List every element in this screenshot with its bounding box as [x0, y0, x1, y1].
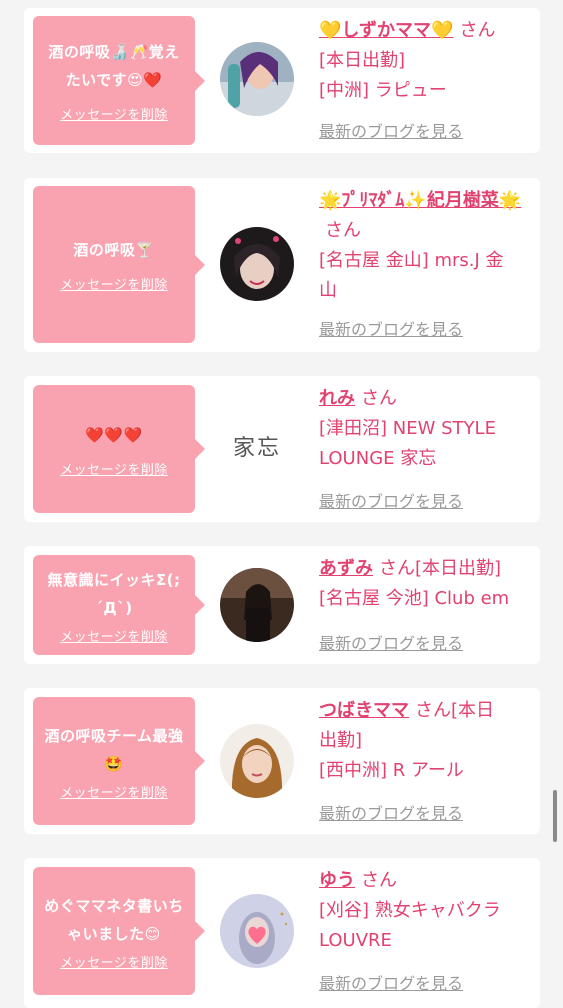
cast-info: 🌟ﾌﾟﾘﾏﾀﾞﾑ✨紀月樹菜🌟 さん [名古屋 金山] mrs.J 金 山 — [319, 186, 529, 306]
shop-line: [名古屋 金山] mrs.J 金 — [319, 250, 504, 271]
message-bubble: 酒の呼吸🍸 メッセージを削除 — [33, 186, 205, 343]
blog-link[interactable]: 最新のブログを見る — [319, 800, 463, 824]
shop-line: 出勤] — [319, 730, 363, 751]
message-bubble: めぐママネタ書いちゃいました😊 メッセージを削除 — [33, 867, 205, 995]
message-text: 無意識にイッキΣ(;´Д`) — [47, 570, 181, 617]
avatar[interactable] — [220, 227, 294, 301]
cast-info: れみ さん [津田沼] NEW STYLE LOUNGE 家忘 — [319, 384, 529, 474]
message-text: 酒の呼吸🍶🥂覚えたいです😍❤️ — [48, 43, 180, 89]
message-text: めぐママネタ書いちゃいました😊 — [44, 896, 184, 943]
message-card: 酒の呼吸チーム最強🤩 メッセージを削除 つばきママ さん[本日 出勤] [西中洲]… — [24, 688, 540, 834]
message-bubble: 酒の呼吸🍶🥂覚えたいです😍❤️ メッセージを削除 — [33, 16, 205, 145]
message-text: ❤️❤️❤️ — [85, 425, 143, 444]
message-card: ❤️❤️❤️ メッセージを削除 家忘 れみ さん [津田沼] NEW STYLE … — [24, 376, 540, 522]
san-label: さん[本日 — [415, 700, 495, 721]
cast-name-link[interactable]: あずみ — [319, 558, 373, 579]
cast-name-link[interactable]: 🌟ﾌﾟﾘﾏﾀﾞﾑ✨紀月樹菜🌟 — [319, 190, 521, 211]
shop-line: 山 — [319, 280, 337, 301]
avatar[interactable] — [220, 568, 294, 642]
cast-name-link[interactable]: 💛しずかママ💛 — [319, 20, 453, 41]
cast-name-link[interactable]: れみ — [319, 388, 355, 409]
avatar[interactable] — [220, 42, 294, 116]
message-bubble: 酒の呼吸チーム最強🤩 メッセージを削除 — [33, 697, 205, 825]
shop-line: [刈谷] 熟女キャバクラ — [319, 900, 501, 921]
shop-line: [西中洲] R アール — [319, 760, 464, 781]
message-card: 無意識にイッキΣ(;´Д`) メッセージを削除 あずみ さん[本日出勤] [名古屋… — [24, 546, 540, 664]
delete-message-link[interactable]: メッセージを削除 — [60, 782, 168, 801]
san-label: さん — [361, 870, 397, 891]
blog-link[interactable]: 最新のブログを見る — [319, 488, 463, 512]
shop-line: [本日出勤] — [319, 50, 406, 71]
message-card: 酒の呼吸🍶🥂覚えたいです😍❤️ メッセージを削除 💛しずかママ💛 さん [本日出勤… — [24, 8, 540, 153]
cast-info: あずみ さん[本日出勤] [名古屋 今池] Club em — [319, 554, 534, 614]
cast-name-link[interactable]: つばきママ — [319, 700, 409, 721]
cast-info: ゆう さん [刈谷] 熟女キャバクラ LOUVRE — [319, 866, 529, 956]
message-card: 酒の呼吸🍸 メッセージを削除 🌟ﾌﾟﾘﾏﾀﾞﾑ✨紀月樹菜🌟 さん [名古屋 金山]… — [24, 178, 540, 352]
message-bubble: ❤️❤️❤️ メッセージを削除 — [33, 385, 205, 513]
message-card: めぐママネタ書いちゃいました😊 メッセージを削除 ゆう さん [刈谷] 熟女キャバ… — [24, 858, 540, 1008]
shop-line: [津田沼] NEW STYLE — [319, 418, 496, 439]
shop-line: LOUNGE 家忘 — [319, 448, 437, 469]
message-text: 酒の呼吸🍸 — [73, 241, 155, 259]
san-label: さん — [361, 388, 397, 409]
san-label: さん — [325, 220, 361, 241]
delete-message-link[interactable]: メッセージを削除 — [60, 952, 168, 971]
san-label: さん[本日出勤] — [379, 558, 502, 579]
shop-line: [名古屋 今池] Club em — [319, 588, 510, 609]
cast-info: つばきママ さん[本日 出勤] [西中洲] R アール — [319, 696, 534, 786]
delete-message-link[interactable]: メッセージを削除 — [60, 626, 168, 645]
message-text: 酒の呼吸チーム最強🤩 — [44, 726, 184, 773]
san-label: さん — [459, 20, 496, 41]
shop-line: LOUVRE — [319, 930, 392, 951]
cast-name-link[interactable]: ゆう — [319, 870, 355, 891]
delete-message-link[interactable]: メッセージを削除 — [60, 274, 168, 293]
message-bubble: 無意識にイッキΣ(;´Д`) メッセージを削除 — [33, 555, 205, 655]
blog-link[interactable]: 最新のブログを見る — [319, 970, 463, 994]
scrollbar[interactable] — [553, 790, 557, 842]
shop-logo: 家忘 — [232, 436, 281, 461]
blog-link[interactable]: 最新のブログを見る — [319, 630, 463, 654]
delete-message-link[interactable]: メッセージを削除 — [60, 459, 168, 478]
cast-info: 💛しずかママ💛 さん [本日出勤] [中洲] ラピュー — [319, 16, 529, 106]
blog-link[interactable]: 最新のブログを見る — [319, 118, 463, 142]
delete-message-link[interactable]: メッセージを削除 — [60, 104, 168, 123]
blog-link[interactable]: 最新のブログを見る — [319, 316, 463, 340]
avatar[interactable]: 家忘 — [220, 412, 294, 486]
avatar[interactable] — [220, 724, 294, 798]
shop-line: [中洲] ラピュー — [319, 80, 447, 101]
avatar[interactable] — [220, 894, 294, 968]
